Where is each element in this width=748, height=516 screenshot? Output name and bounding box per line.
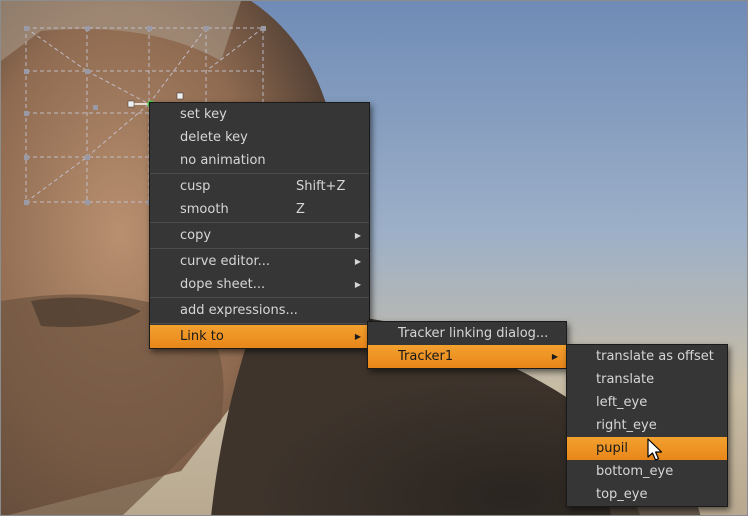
menu-item-label: right_eye <box>596 418 657 433</box>
menu-item-link-to[interactable]: Link to ▶ <box>150 325 369 348</box>
menu-item-label: delete key <box>180 130 248 145</box>
menu-item-label: smooth <box>180 202 229 217</box>
arrow-right-icon: ▶ <box>551 352 558 361</box>
menu-item-copy[interactable]: copy ▶ <box>150 224 369 247</box>
menu-item-add-expressions[interactable]: add expressions... <box>150 299 369 322</box>
menu-item-dope-sheet[interactable]: dope sheet... ▶ <box>150 273 369 296</box>
menu-item-cusp[interactable]: cusp Shift+Z <box>150 175 369 198</box>
menu-item-label: set key <box>180 107 227 122</box>
shortcut-label: Shift+Z <box>296 179 346 194</box>
menu-item-translate[interactable]: translate <box>567 368 727 391</box>
menu-separator <box>150 248 369 249</box>
menu-item-translate-as-offset[interactable]: translate as offset <box>567 345 727 368</box>
arrow-right-icon: ▶ <box>354 231 361 240</box>
menu-item-label: cusp <box>180 179 211 194</box>
menu-item-curve-editor[interactable]: curve editor... ▶ <box>150 250 369 273</box>
arrow-right-icon: ▶ <box>354 332 361 341</box>
menu-separator <box>150 173 369 174</box>
menu-item-label: top_eye <box>596 487 648 502</box>
menu-separator <box>150 297 369 298</box>
menu-item-top-eye[interactable]: top_eye <box>567 483 727 506</box>
shortcut-label: Z <box>296 202 305 217</box>
menu-item-tracker1[interactable]: Tracker1 ▶ <box>368 345 566 368</box>
viewer-canvas[interactable]: set key delete key no animation cusp Shif… <box>0 0 748 516</box>
arrow-right-icon: ▶ <box>354 280 361 289</box>
menu-item-label: bottom_eye <box>596 464 674 479</box>
menu-item-right-eye[interactable]: right_eye <box>567 414 727 437</box>
menu-item-label: dope sheet... <box>180 277 266 292</box>
menu-item-left-eye[interactable]: left_eye <box>567 391 727 414</box>
menu-item-label: curve editor... <box>180 254 271 269</box>
menu-item-set-key[interactable]: set key <box>150 103 369 126</box>
tracker1-submenu: translate as offset translate left_eye r… <box>566 344 728 507</box>
context-menu: set key delete key no animation cusp Shif… <box>149 102 370 349</box>
menu-item-label: pupil <box>596 441 628 456</box>
menu-item-label: no animation <box>180 153 266 168</box>
menu-item-label: Link to <box>180 329 224 344</box>
mouse-pointer-icon <box>647 438 663 461</box>
menu-item-tracker-linking-dialog[interactable]: Tracker linking dialog... <box>368 322 566 345</box>
menu-item-label: translate as offset <box>596 349 714 364</box>
menu-item-label: Tracker linking dialog... <box>398 326 549 341</box>
arrow-right-icon: ▶ <box>354 257 361 266</box>
link-to-submenu: Tracker linking dialog... Tracker1 ▶ <box>367 321 567 369</box>
menu-separator <box>150 323 369 324</box>
menu-separator <box>150 222 369 223</box>
menu-item-delete-key[interactable]: delete key <box>150 126 369 149</box>
menu-item-label: left_eye <box>596 395 648 410</box>
menu-item-label: Tracker1 <box>398 349 454 364</box>
menu-item-smooth[interactable]: smooth Z <box>150 198 369 221</box>
menu-item-label: copy <box>180 228 212 243</box>
menu-item-label: translate <box>596 372 655 387</box>
menu-item-no-animation[interactable]: no animation <box>150 149 369 172</box>
menu-item-label: add expressions... <box>180 303 298 318</box>
